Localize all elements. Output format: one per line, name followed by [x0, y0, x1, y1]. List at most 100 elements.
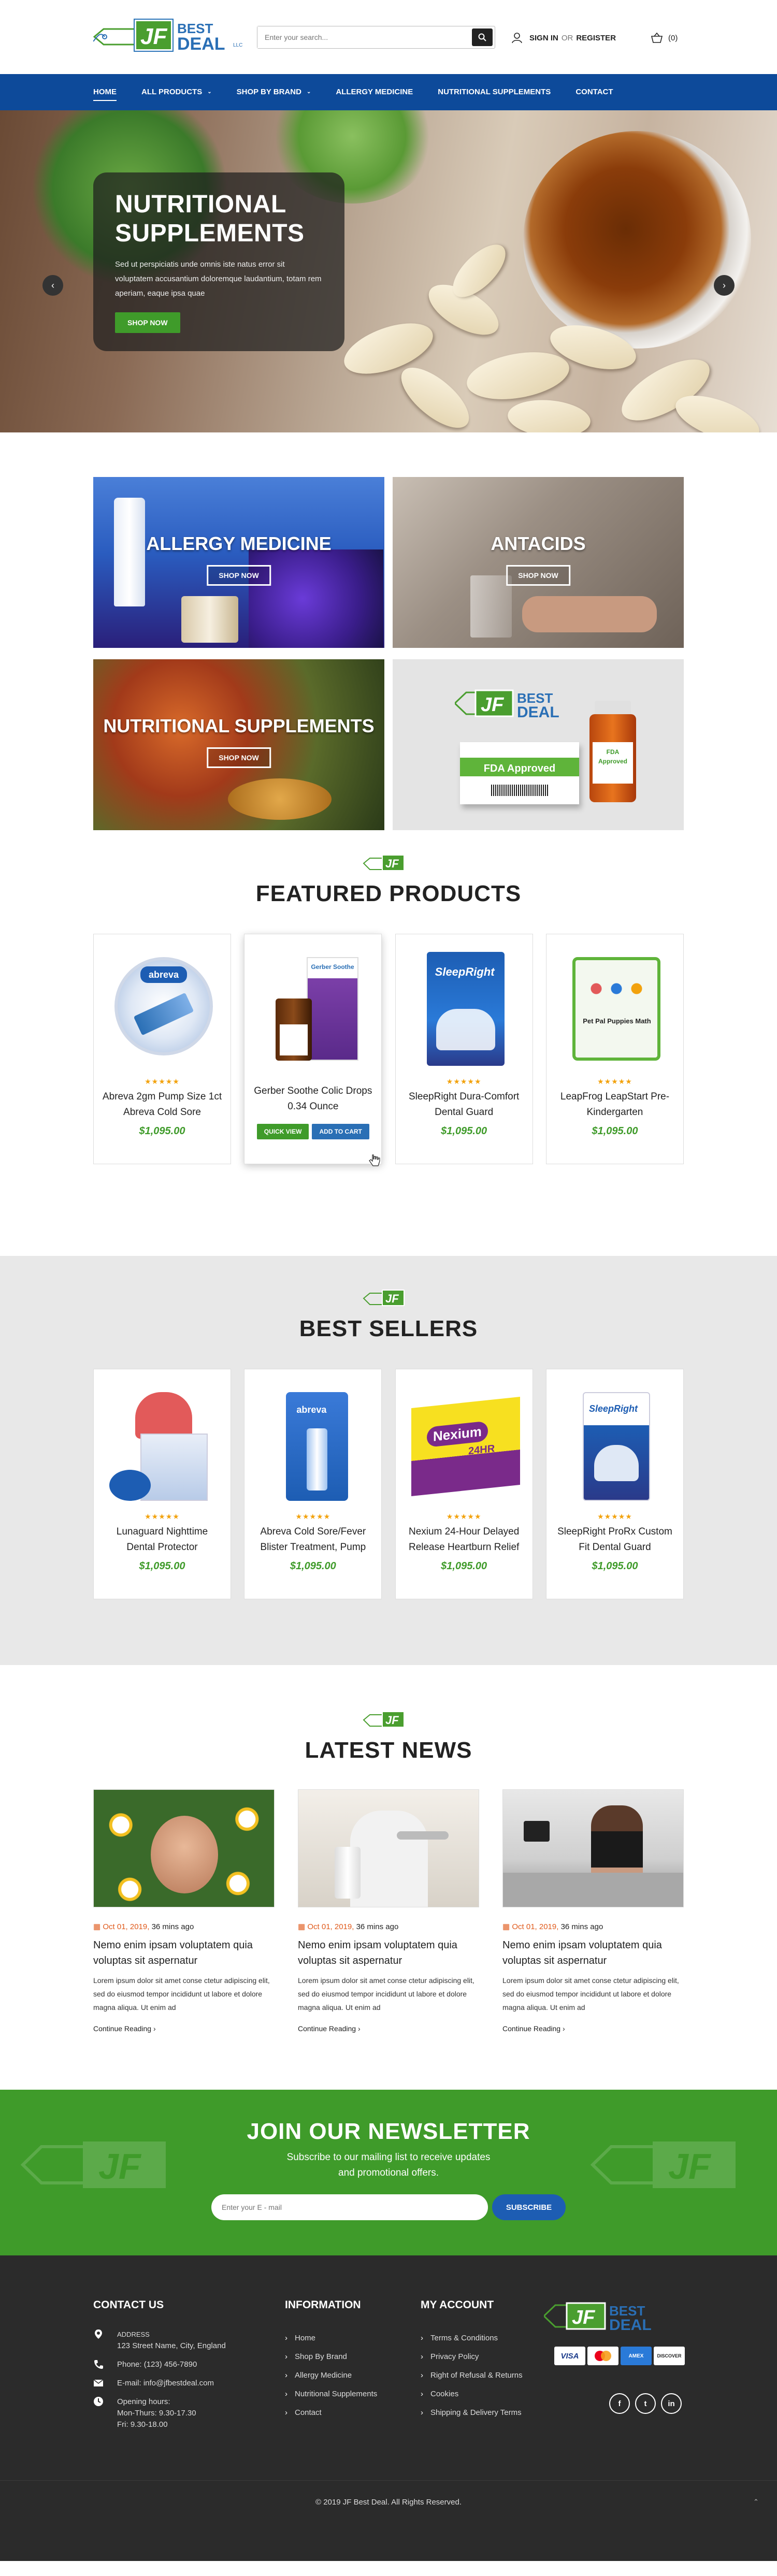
logo-wordmark: BEST DEAL — [177, 21, 225, 54]
latest-news-section: JF LATEST NEWS ▦ Oct 01, 2019, 36 mins a… — [0, 1665, 777, 2090]
product-card[interactable]: SleepRight ★★★★★ SleepRight ProRx Custom… — [545, 1369, 684, 1599]
category-banner-antacids[interactable]: ANTACIDS SHOP NOW — [393, 477, 684, 648]
rating-stars: ★★★★★ — [597, 1077, 632, 1086]
nav-item-allergy-medicine[interactable]: ALLERGY MEDICINE — [336, 74, 413, 110]
product-name[interactable]: Lunaguard Nighttime Dental Protector — [94, 1524, 231, 1555]
mastercard-icon: MC — [587, 2347, 618, 2365]
footer-phone[interactable]: Phone: (123) 456-7890 — [93, 2359, 226, 2370]
site-footer: CONTACT US ADDRESS 123 Street Name, City,… — [0, 2255, 777, 2561]
featured-products-section: JF FEATURED PRODUCTS abreva ★★★★★ Abreva… — [0, 826, 777, 1256]
calendar-icon: ▦ — [93, 1922, 103, 1931]
product-card[interactable]: ★★★★★ Lunaguard Nighttime Dental Protect… — [93, 1369, 231, 1599]
footer-link-shipping[interactable]: Shipping & Delivery Terms — [421, 2404, 523, 2422]
product-card[interactable]: Gerber Soothe Gerber Soothe Colic Drops … — [244, 934, 382, 1166]
footer-email[interactable]: E-mail: info@jfbestdeal.com — [93, 2378, 226, 2389]
product-name[interactable]: Nexium 24-Hour Delayed Release Heartburn… — [396, 1524, 533, 1555]
nav-item-all-products[interactable]: ALL PRODUCTS ⌄ — [141, 74, 212, 110]
news-title[interactable]: Nemo enim ipsam voluptatem quia voluptas… — [502, 1937, 684, 1969]
chevron-right-icon: › — [562, 2024, 565, 2033]
continue-reading-link[interactable]: Continue Reading › — [93, 2024, 275, 2033]
slider-prev-button[interactable]: ‹ — [42, 275, 63, 296]
category-shop-now-button[interactable]: SHOP NOW — [207, 565, 271, 586]
news-image — [502, 1789, 684, 1907]
product-card[interactable]: abreva ★★★★★ Abreva Cold Sore/Fever Blis… — [244, 1369, 382, 1599]
footer-link-allergy[interactable]: Allergy Medicine — [285, 2366, 377, 2385]
product-image: Nexium 24HR — [406, 1382, 522, 1506]
add-to-cart-button[interactable]: ADD TO CART — [312, 1124, 369, 1139]
news-card[interactable]: ▦ Oct 01, 2019, 36 mins ago Nemo enim ip… — [298, 1789, 479, 2033]
news-meta: ▦ Oct 01, 2019, 36 mins ago — [93, 1922, 275, 1931]
cart-button[interactable]: (0) — [651, 30, 678, 46]
section-logo-icon: JF — [363, 1290, 405, 1306]
nav-item-nutritional-supplements[interactable]: NUTRITIONAL SUPPLEMENTS — [438, 74, 551, 110]
product-card[interactable]: Pet Pal Puppies Math ★★★★★ LeapFrog Leap… — [545, 934, 684, 1164]
rating-stars: ★★★★★ — [145, 1077, 180, 1086]
slider-next-button[interactable]: › — [714, 275, 735, 296]
hero-shop-now-button[interactable]: SHOP NOW — [115, 312, 180, 333]
category-banner-brand[interactable]: JF BEST DEAL FDA Approved FDA Approved — [393, 659, 684, 830]
svg-text:JF: JF — [385, 1714, 399, 1727]
product-brand: SleepRight — [588, 1403, 638, 1414]
nav-item-shop-by-brand[interactable]: SHOP BY BRAND ⌄ — [237, 74, 311, 110]
social-links: f t in — [609, 2393, 682, 2414]
footer-hours: Opening hours: Mon-Thurs: 9.30-17.30 Fri: … — [93, 2396, 226, 2430]
footer-link-home[interactable]: Home — [285, 2329, 377, 2348]
register-link[interactable]: REGISTER — [576, 34, 616, 42]
logo-mark: JF — [135, 20, 173, 51]
twitter-icon[interactable]: t — [635, 2393, 656, 2414]
bottle-label-text: FDA Approved — [598, 748, 627, 765]
news-title[interactable]: Nemo enim ipsam voluptatem quia voluptas… — [93, 1937, 275, 1969]
product-card[interactable]: Nexium 24HR ★★★★★ Nexium 24-Hour Delayed… — [395, 1369, 533, 1599]
footer-link-shop-by-brand[interactable]: Shop By Brand — [285, 2348, 377, 2366]
continue-reading-link[interactable]: Continue Reading › — [298, 2024, 479, 2033]
nav-item-contact[interactable]: CONTACT — [575, 74, 613, 110]
news-card[interactable]: ▦ Oct 01, 2019, 36 mins ago Nemo enim ip… — [502, 1789, 684, 2033]
continue-reading-link[interactable]: Continue Reading › — [502, 2024, 684, 2033]
fda-box-image: FDA Approved — [460, 742, 579, 804]
category-title: ALLERGY MEDICINE — [146, 533, 332, 554]
footer-information: INFORMATION Home Shop By Brand Allergy M… — [285, 2299, 377, 2422]
product-name[interactable]: Abreva Cold Sore/Fever Blister Treatment… — [244, 1524, 381, 1555]
search-button[interactable] — [472, 28, 493, 46]
hero-text: Sed ut perspiciatis unde omnis iste natu… — [115, 260, 322, 298]
sign-in-link[interactable]: SIGN IN — [529, 34, 558, 42]
footer-link-nutritional[interactable]: Nutritional Supplements — [285, 2385, 377, 2404]
product-name[interactable]: Gerber Soothe Colic Drops 0.34 Ounce — [244, 1083, 381, 1115]
product-price: $1,095.00 — [139, 1125, 185, 1137]
pill-bottle-image — [181, 596, 238, 643]
rating-stars: ★★★★★ — [446, 1512, 482, 1521]
product-name[interactable]: LeapFrog LeapStart Pre-Kindergarten — [546, 1089, 683, 1120]
barcode-image — [491, 785, 548, 796]
category-shop-now-button[interactable]: SHOP NOW — [207, 747, 271, 768]
footer-link-contact[interactable]: Contact — [285, 2404, 377, 2422]
scroll-to-top-icon[interactable]: ⌃ — [753, 2498, 759, 2506]
site-logo[interactable]: JF BEST DEAL LLC — [93, 16, 249, 54]
pill-image — [506, 397, 592, 432]
category-banner-nutritional[interactable]: NUTRITIONAL SUPPLEMENTS SHOP NOW — [93, 659, 384, 830]
product-card[interactable]: SleepRight ★★★★★ SleepRight Dura-Comfort… — [395, 934, 533, 1164]
subscribe-button[interactable]: SUBSCRIBE — [492, 2194, 566, 2220]
footer-contact: CONTACT US ADDRESS 123 Street Name, City,… — [93, 2299, 226, 2438]
category-shop-now-button[interactable]: SHOP NOW — [506, 565, 570, 586]
category-banner-allergy[interactable]: ALLERGY MEDICINE SHOP NOW — [93, 477, 384, 648]
footer-link-privacy[interactable]: Privacy Policy — [421, 2348, 523, 2366]
search-icon — [478, 33, 486, 41]
product-price: $1,095.00 — [592, 1125, 638, 1137]
newsletter-email-input[interactable] — [211, 2194, 488, 2220]
facebook-icon[interactable]: f — [609, 2393, 630, 2414]
copyright: © 2019 JF Best Deal. All Rights Reserved… — [315, 2498, 462, 2507]
calendar-icon: ▦ — [502, 1922, 512, 1931]
news-card[interactable]: ▦ Oct 01, 2019, 36 mins ago Nemo enim ip… — [93, 1789, 275, 2033]
footer-link-terms[interactable]: Terms & Conditions — [421, 2329, 523, 2348]
nav-item-home[interactable]: HOME — [93, 74, 117, 110]
news-title[interactable]: Nemo enim ipsam voluptatem quia voluptas… — [298, 1937, 479, 1969]
footer-link-cookies[interactable]: Cookies — [421, 2385, 523, 2404]
linkedin-icon[interactable]: in — [661, 2393, 682, 2414]
product-card[interactable]: abreva ★★★★★ Abreva 2gm Pump Size 1ct Ab… — [93, 934, 231, 1164]
product-name[interactable]: SleepRight ProRx Custom Fit Dental Guard — [546, 1524, 683, 1555]
product-name[interactable]: SleepRight Dura-Comfort Dental Guard — [396, 1089, 533, 1120]
footer-link-returns[interactable]: Right of Refusal & Returns — [421, 2366, 523, 2385]
quick-view-button[interactable]: QUICK VIEW — [256, 1124, 309, 1139]
search-input[interactable] — [257, 26, 465, 48]
product-name[interactable]: Abreva 2gm Pump Size 1ct Abreva Cold Sor… — [94, 1089, 231, 1120]
